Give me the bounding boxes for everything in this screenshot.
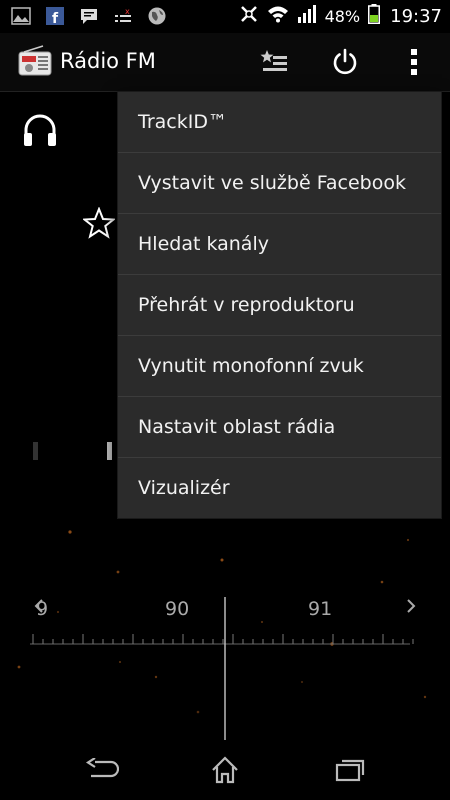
menu-item-search-channels[interactable]: Hledat kanály <box>118 214 441 275</box>
tuner-scale <box>32 634 414 644</box>
recent-apps-icon <box>335 759 365 782</box>
overflow-menu: TrackID™ Vystavit ve službě Facebook Hle… <box>117 91 442 519</box>
menu-item-visualizer[interactable]: Vizualizér <box>118 458 441 518</box>
battery-percent: 48% <box>324 7 361 26</box>
recent-apps-button[interactable] <box>330 754 370 786</box>
radio-app-icon[interactable] <box>18 45 52 77</box>
favorite-star-icon[interactable] <box>81 206 117 239</box>
tune-right-icon[interactable] <box>407 599 416 613</box>
menu-item-set-radio-region[interactable]: Nastavit oblast rádia <box>118 397 441 458</box>
facebook-icon: f <box>44 5 66 27</box>
navigation-bar <box>0 740 450 800</box>
tuner-label-91: 91 <box>308 598 332 620</box>
wifi-icon <box>267 5 289 28</box>
menu-item-force-mono[interactable]: Vynutit monofonní zvuk <box>118 336 441 397</box>
menu-item-trackid[interactable]: TrackID™ <box>118 92 441 153</box>
message-icon <box>78 5 100 27</box>
menu-item-play-on-speaker[interactable]: Přehrát v reproduktoru <box>118 275 441 336</box>
app-title: Rádio FM <box>60 49 156 73</box>
battery-icon <box>368 4 381 29</box>
tasks-icon: x <box>112 5 134 27</box>
home-button[interactable] <box>205 754 245 786</box>
notification-icons: f x <box>10 5 168 27</box>
clock: 19:37 <box>390 6 442 27</box>
tuner-label-90: 90 <box>165 598 189 620</box>
svg-text:f: f <box>52 11 59 26</box>
status-bar: f x 48% 19:37 <box>0 0 450 33</box>
power-button[interactable] <box>325 42 365 82</box>
status-indicators: 48% 19:37 <box>239 4 442 29</box>
menu-item-share-facebook[interactable]: Vystavit ve službě Facebook <box>118 153 441 214</box>
headphones-icon[interactable] <box>22 112 58 148</box>
svg-text:x: x <box>125 7 130 16</box>
more-vert-icon <box>411 49 417 75</box>
home-icon <box>212 756 238 784</box>
back-button[interactable] <box>82 754 122 786</box>
globe-icon <box>146 5 168 27</box>
favorites-list-button[interactable] <box>254 42 294 82</box>
nfc-icon <box>239 4 259 29</box>
back-icon <box>85 758 119 778</box>
tuner-label-left: 9 <box>36 598 48 620</box>
action-bar: Rádio FM <box>0 33 450 92</box>
signal-icon <box>297 5 317 28</box>
overflow-menu-button[interactable] <box>394 42 434 82</box>
power-icon <box>333 48 357 75</box>
favorites-list-icon <box>260 50 287 71</box>
gallery-icon <box>10 5 32 27</box>
